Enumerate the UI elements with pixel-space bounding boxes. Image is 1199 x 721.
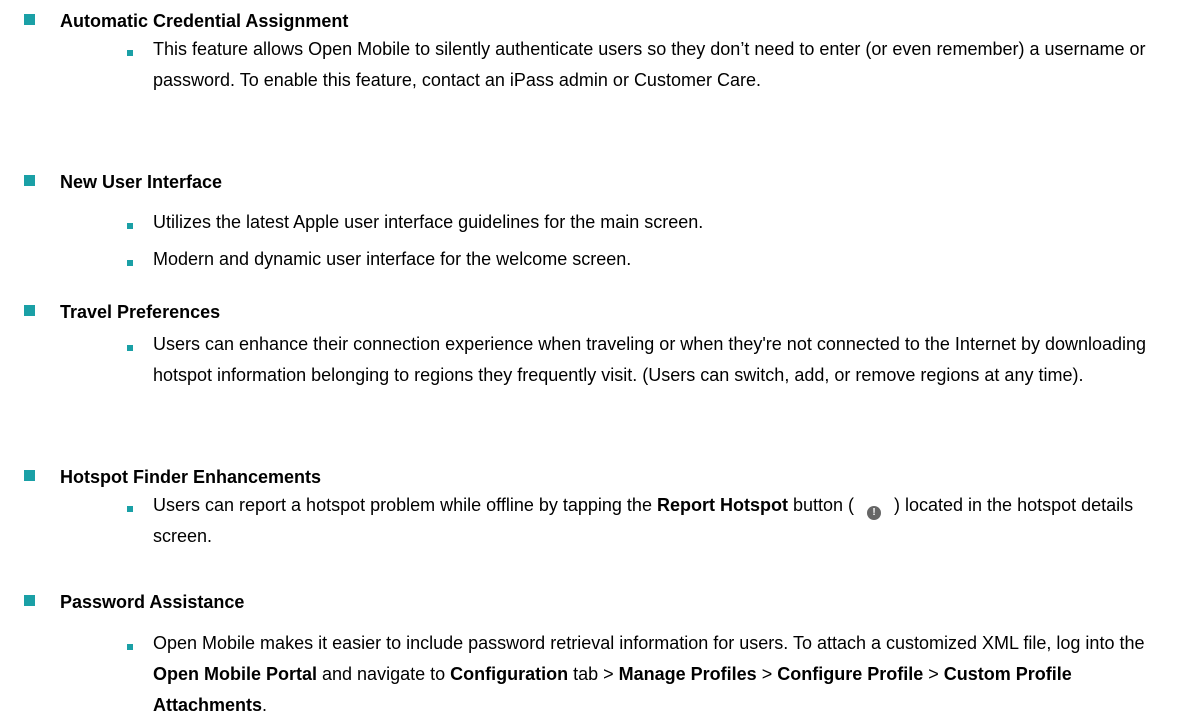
section-bullet-icon <box>24 470 35 481</box>
bold-text: Configuration <box>450 664 569 684</box>
list-bullet-icon <box>127 223 133 229</box>
text-run: Open Mobile makes it easier to include p… <box>153 633 1145 653</box>
section-bullet-icon <box>24 595 35 606</box>
section-title: Travel Preferences <box>60 302 221 322</box>
list-item-text: This feature allows Open Mobile to silen… <box>153 34 1183 96</box>
list-bullet-icon <box>127 345 133 351</box>
bold-text: Manage Profiles <box>618 664 757 684</box>
bold-text: Report Hotspot <box>656 495 788 515</box>
text-run: Modern and dynamic user interface for th… <box>153 249 632 269</box>
text-run: This feature allows Open Mobile to silen… <box>153 39 1146 90</box>
section-title: Hotspot Finder Enhancements <box>60 467 322 487</box>
list-item-text: Open Mobile makes it easier to include p… <box>153 628 1183 721</box>
exclamation-icon: ! <box>867 506 881 520</box>
text-run: tab > <box>568 664 619 684</box>
text-run: Utilizes the latest Apple user interface… <box>153 212 704 232</box>
section-bullet-icon <box>24 14 35 25</box>
text-run: > <box>756 664 778 684</box>
text-run: and navigate to <box>317 664 451 684</box>
list-bullet-icon <box>127 644 133 650</box>
list-item-text: Users can report a hotspot problem while… <box>153 490 1183 552</box>
list-item-text: Modern and dynamic user interface for th… <box>153 244 1183 275</box>
text-run: button ( <box>787 495 854 515</box>
bold-text: Open Mobile Portal <box>153 664 318 684</box>
report-hotspot-icon: ! <box>854 494 894 520</box>
section-bullet-icon <box>24 175 35 186</box>
list-item-text: Users can enhance their connection exper… <box>153 329 1183 391</box>
section-title: Automatic Credential Assignment <box>60 11 349 31</box>
section-title: Password Assistance <box>60 592 245 612</box>
list-item-text: Utilizes the latest Apple user interface… <box>153 207 1183 238</box>
text-run: Users can report a hotspot problem while… <box>153 495 657 515</box>
section-bullet-icon <box>24 305 35 316</box>
list-bullet-icon <box>127 50 133 56</box>
text-run: . <box>262 695 268 715</box>
bold-text: Configure Profile <box>777 664 924 684</box>
list-bullet-icon <box>127 506 133 512</box>
section-title: New User Interface <box>60 172 223 192</box>
text-run: Users can enhance their connection exper… <box>153 334 1147 385</box>
text-run: > <box>923 664 944 684</box>
list-bullet-icon <box>127 260 133 266</box>
